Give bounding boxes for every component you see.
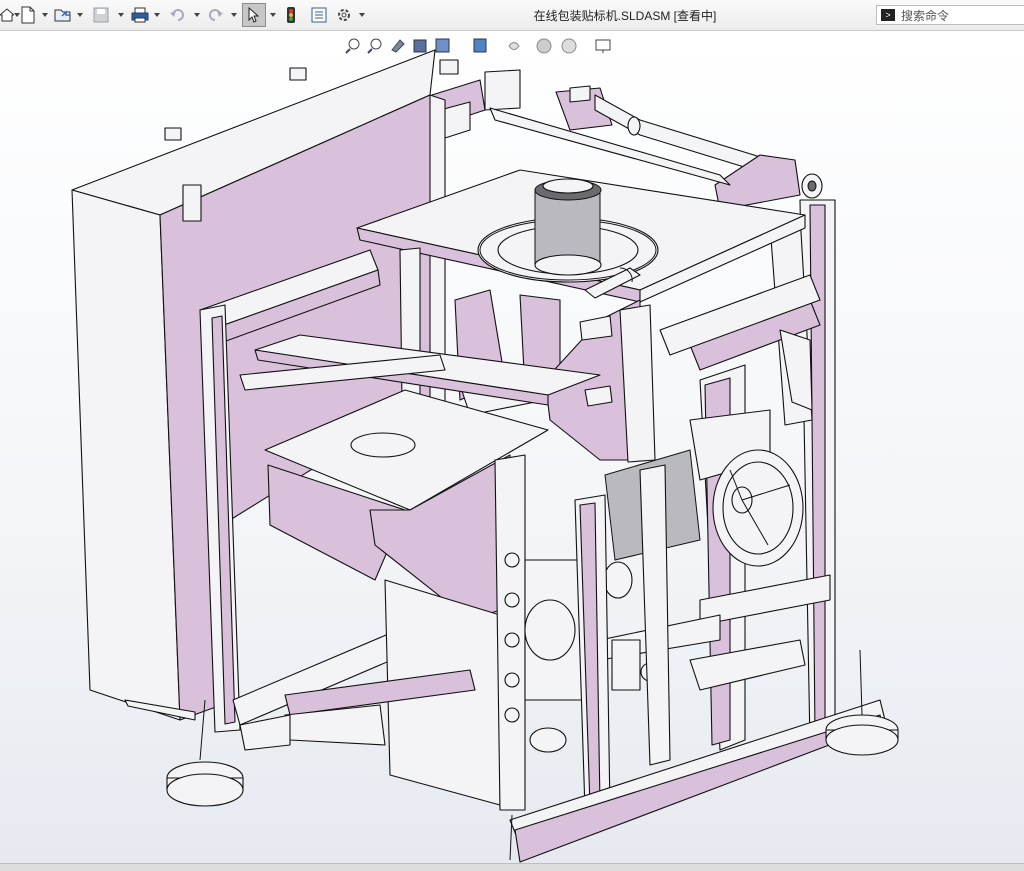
command-prompt-icon: > bbox=[881, 9, 895, 21]
options-list-icon[interactable] bbox=[311, 4, 327, 26]
assembly-model: .p{fill:#d9c1db;stroke:#111;stroke-width… bbox=[71, 49, 899, 863]
select-pointer-icon[interactable] bbox=[242, 3, 266, 27]
gear-icon[interactable] bbox=[336, 4, 352, 26]
new-document-icon[interactable] bbox=[20, 4, 36, 26]
view-settings-icon bbox=[595, 39, 611, 53]
display-style-icon bbox=[473, 38, 487, 53]
open-folder-icon[interactable] bbox=[54, 4, 72, 26]
hide-show-icon bbox=[508, 42, 520, 50]
search-placeholder: 搜索命令 bbox=[901, 8, 950, 23]
traffic-light-icon[interactable] bbox=[286, 4, 296, 26]
print-icon[interactable] bbox=[131, 4, 149, 26]
heads-up-toolbar bbox=[344, 36, 634, 56]
search-command-input[interactable]: > 搜索命令 bbox=[876, 5, 1024, 25]
edit-appearance-icon bbox=[536, 38, 552, 54]
undo-icon[interactable] bbox=[170, 4, 186, 26]
redo-icon[interactable] bbox=[207, 4, 223, 26]
main-toolbar: 在线包装贴标机.SLDASM [查看中] > 搜索命令 bbox=[0, 0, 1024, 31]
view-orientation-icon bbox=[435, 38, 450, 53]
feed-hopper bbox=[264, 389, 549, 811]
graphics-area[interactable]: .p{fill:#d9c1db;stroke:#111;stroke-width… bbox=[0, 31, 1024, 863]
apply-scene-icon bbox=[561, 38, 577, 54]
section-view-icon bbox=[413, 39, 427, 53]
zoom-to-area-icon bbox=[367, 38, 382, 54]
lower-drive bbox=[524, 464, 671, 811]
zoom-to-fit-icon bbox=[345, 38, 360, 54]
previous-view-icon bbox=[391, 39, 405, 53]
home-icon[interactable] bbox=[0, 4, 14, 26]
save-icon[interactable] bbox=[93, 4, 109, 26]
